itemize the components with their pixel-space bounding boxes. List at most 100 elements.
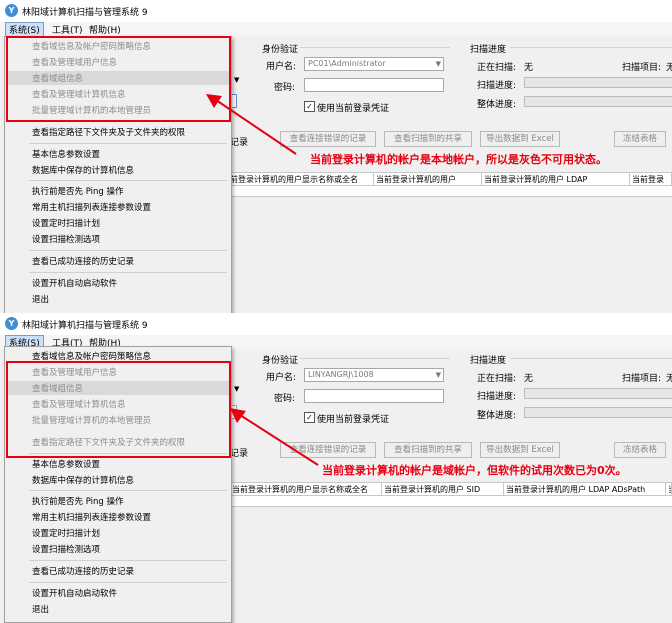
chevron-down-icon: ▼ bbox=[435, 371, 441, 379]
scan-item-label: 扫描项目: bbox=[622, 63, 662, 73]
highlight-box bbox=[6, 361, 231, 458]
annotation-text: 当前登录计算机的帐户是本地帐户，所以是灰色不可用状态。 bbox=[310, 153, 607, 166]
use-current-label: 使用当前登录凭证 bbox=[317, 104, 390, 114]
menu-item-db-computers[interactable]: 数据库中保存的计算机信息 bbox=[32, 164, 134, 176]
menu-item-basic-settings[interactable]: 基本信息参数设置 bbox=[32, 458, 100, 470]
title-bar: Y 林阳域计算机扫描与管理系统 9 bbox=[0, 313, 672, 335]
scanning-label: 正在扫描: bbox=[477, 63, 517, 73]
app-window-screen-1: Y 林阳域计算机扫描与管理系统 9 系统(S) 工具(T) 帮助(H) 身份验证… bbox=[0, 0, 672, 313]
menu-separator bbox=[29, 250, 227, 251]
menu-tools[interactable]: 工具(T) bbox=[52, 23, 83, 36]
annotation-arrow-icon bbox=[206, 94, 297, 155]
column-header[interactable]: 当前登录计算机的用户 SID bbox=[382, 483, 504, 496]
username-value: PC01\Administrator bbox=[308, 59, 386, 68]
export-excel-button[interactable]: 导出数据到 Excel bbox=[480, 131, 560, 147]
menu-separator bbox=[29, 560, 227, 561]
table-header: 当前登录计算机的用户显示名称或全名 当前登录计算机的用户 SID 当前登录计算机… bbox=[230, 482, 672, 497]
table-row[interactable] bbox=[230, 496, 672, 507]
menu-separator bbox=[29, 490, 227, 491]
overall-progress-bar bbox=[524, 407, 672, 418]
annotation-arrow-icon bbox=[230, 408, 319, 466]
scan-item-value: 无 bbox=[666, 374, 672, 384]
scan-item-label: 扫描项目: bbox=[622, 374, 662, 384]
menu-system[interactable]: 系统(S) bbox=[5, 22, 44, 37]
view-shares-button[interactable]: 查看扫描到的共享 bbox=[384, 442, 472, 458]
export-excel-button[interactable]: 导出数据到 Excel bbox=[480, 442, 560, 458]
left-combo-arrow-icon: ▼ bbox=[234, 76, 240, 84]
menu-item-scheduled-scan[interactable]: 设置定时扫描计划 bbox=[32, 217, 100, 229]
menu-separator bbox=[29, 180, 227, 181]
column-header[interactable]: 前登录计算机的用户显示名称或全名 bbox=[228, 173, 374, 186]
overall-progress-bar bbox=[524, 96, 672, 107]
auth-group-border bbox=[300, 47, 450, 48]
table-header: 前登录计算机的用户显示名称或全名 当前登录计算机的用户 当前登录计算机的用户 L… bbox=[228, 172, 672, 187]
column-header[interactable]: 当前登录计算机的用户 LDAP ADsPath bbox=[504, 483, 666, 496]
password-field[interactable] bbox=[304, 78, 444, 92]
scanning-label: 正在扫描: bbox=[477, 374, 517, 384]
menu-item-exit[interactable]: 退出 bbox=[32, 293, 49, 305]
app-logo-icon: Y bbox=[5, 317, 18, 330]
menu-item-scan-options[interactable]: 设置扫描检测选项 bbox=[32, 543, 100, 555]
app-logo-icon: Y bbox=[5, 4, 18, 17]
window-title: 林阳域计算机扫描与管理系统 9 bbox=[22, 8, 148, 18]
auth-group-border bbox=[300, 358, 450, 359]
scanning-value: 无 bbox=[524, 374, 534, 384]
menu-separator bbox=[29, 272, 227, 273]
window-title: 林阳域计算机扫描与管理系统 9 bbox=[22, 321, 148, 331]
menu-bar: 系统(S) 工具(T) 帮助(H) bbox=[0, 22, 672, 37]
menu-item-autostart[interactable]: 设置开机自动启动软件 bbox=[32, 587, 117, 599]
column-header[interactable]: 当前登录计算机的用户 bbox=[374, 173, 482, 186]
menu-item-exit[interactable]: 退出 bbox=[32, 603, 49, 615]
password-label: 密码: bbox=[274, 394, 296, 404]
username-label: 用户名: bbox=[266, 373, 297, 383]
menu-item-basic-settings[interactable]: 基本信息参数设置 bbox=[32, 148, 100, 160]
scan-progress-bar bbox=[524, 77, 672, 88]
freeze-table-button[interactable]: 冻结表格 bbox=[614, 131, 666, 147]
username-select[interactable]: PC01\Administrator ▼ bbox=[304, 57, 444, 71]
scanning-value: 无 bbox=[524, 63, 534, 73]
freeze-table-button[interactable]: 冻结表格 bbox=[614, 442, 666, 458]
menu-item-folder-permissions[interactable]: 查看指定路径下文件夹及子文件夹的权限 bbox=[32, 126, 185, 138]
username-label: 用户名: bbox=[266, 62, 297, 72]
scan-group-border bbox=[510, 358, 672, 359]
column-header[interactable]: 当前登录计算机的用户显示名称或全名 bbox=[230, 483, 382, 496]
menu-separator bbox=[29, 582, 227, 583]
scan-group-label: 扫描进度 bbox=[470, 356, 507, 366]
menu-item-autostart[interactable]: 设置开机自动启动软件 bbox=[32, 277, 117, 289]
chevron-down-icon: ▼ bbox=[435, 60, 441, 68]
username-select[interactable]: LINYANGRJ\1008 ▼ bbox=[304, 368, 444, 382]
scan-group-border bbox=[510, 47, 672, 48]
menu-item-connection-history[interactable]: 查看已成功连接的历史记录 bbox=[32, 565, 134, 577]
menu-item-ping-first[interactable]: 执行前是否先 Ping 操作 bbox=[32, 185, 124, 197]
column-header[interactable]: 当 bbox=[666, 483, 672, 496]
scan-progress-label: 扫描进度: bbox=[477, 392, 517, 402]
auth-group-label: 身份验证 bbox=[262, 45, 299, 55]
auth-group-label: 身份验证 bbox=[262, 356, 299, 366]
menu-item-ping-first[interactable]: 执行前是否先 Ping 操作 bbox=[32, 495, 124, 507]
column-header[interactable]: 当前登录 bbox=[630, 173, 672, 186]
menu-help[interactable]: 帮助(H) bbox=[89, 23, 121, 36]
left-combo-arrow-icon: ▼ bbox=[234, 385, 240, 393]
menu-item-host-list-settings[interactable]: 常用主机扫描列表连接参数设置 bbox=[32, 511, 151, 523]
title-bar: Y 林阳域计算机扫描与管理系统 9 bbox=[0, 0, 672, 22]
menu-item-scheduled-scan[interactable]: 设置定时扫描计划 bbox=[32, 527, 100, 539]
scan-item-value: 无 bbox=[666, 63, 672, 73]
menu-item-host-list-settings[interactable]: 常用主机扫描列表连接参数设置 bbox=[32, 201, 151, 213]
column-header[interactable]: 当前登录计算机的用户 LDAP bbox=[482, 173, 630, 186]
scan-group-label: 扫描进度 bbox=[470, 45, 507, 55]
view-shares-button[interactable]: 查看扫描到的共享 bbox=[384, 131, 472, 147]
username-value: LINYANGRJ\1008 bbox=[308, 370, 374, 379]
menu-separator bbox=[29, 143, 227, 144]
menu-item-connection-history[interactable]: 查看已成功连接的历史记录 bbox=[32, 255, 134, 267]
annotation-text: 当前登录计算机的帐户是域帐户，但软件的试用次数已为0次。 bbox=[322, 464, 627, 477]
highlight-box bbox=[6, 36, 231, 122]
password-field[interactable] bbox=[304, 389, 444, 403]
scan-progress-label: 扫描进度: bbox=[477, 81, 517, 91]
menu-item-scan-options[interactable]: 设置扫描检测选项 bbox=[32, 233, 100, 245]
menu-item-db-computers[interactable]: 数据库中保存的计算机信息 bbox=[32, 474, 134, 486]
overall-progress-label: 整体进度: bbox=[477, 411, 517, 421]
overall-progress-label: 整体进度: bbox=[477, 100, 517, 110]
table-row[interactable] bbox=[228, 186, 672, 197]
scan-progress-bar bbox=[524, 388, 672, 399]
app-window-screen-2: Y 林阳域计算机扫描与管理系统 9 系统(S) 工具(T) 帮助(H) 身份验证… bbox=[0, 313, 672, 623]
